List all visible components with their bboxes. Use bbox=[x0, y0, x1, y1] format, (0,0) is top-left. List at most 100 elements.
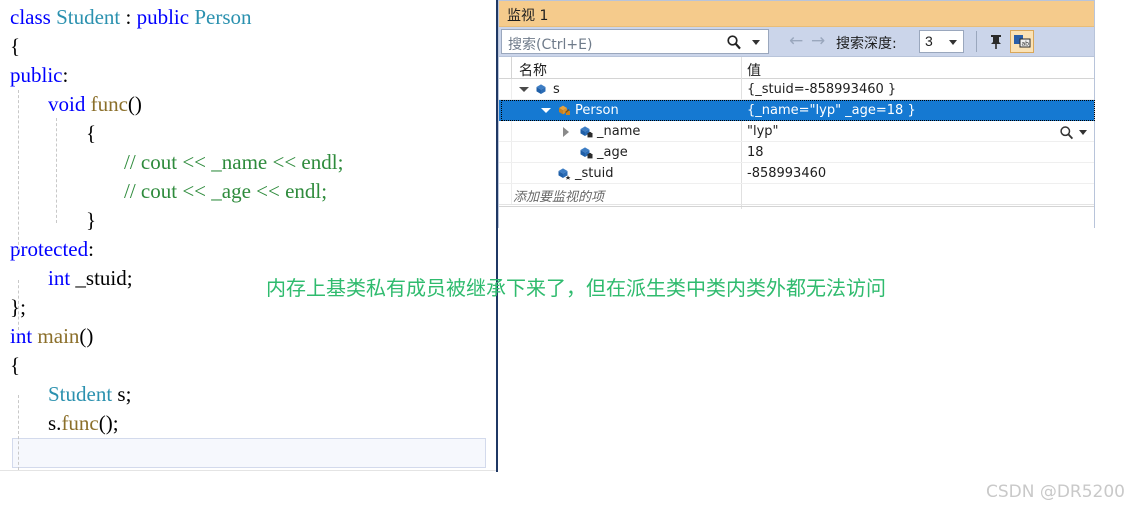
back-arrow-icon[interactable]: ← bbox=[789, 33, 803, 50]
variable-name: Person bbox=[575, 103, 619, 118]
editor-bottom-divider bbox=[0, 470, 496, 471]
toolbar-divider bbox=[976, 31, 977, 52]
code-line: public: bbox=[0, 61, 498, 90]
code-line: s.func(); bbox=[0, 409, 498, 438]
code-token: _stuid; bbox=[75, 266, 133, 290]
watch-variables-table[interactable]: 名称 值 s {_stuid=-858993460 } Person {_name="… bbox=[499, 57, 1095, 228]
cube-private-icon bbox=[579, 124, 594, 139]
code-token: { bbox=[10, 353, 21, 377]
code-line: } bbox=[0, 206, 498, 235]
variable-value[interactable]: {_stuid=-858993460 } bbox=[747, 82, 896, 97]
code-token: : bbox=[62, 63, 69, 87]
cube-private-icon bbox=[579, 145, 594, 160]
variable-value[interactable]: {_name="lyp" _age=18 } bbox=[747, 103, 916, 118]
code-token: Person bbox=[194, 5, 252, 29]
watch-window-titlebar[interactable]: 监视 1 bbox=[499, 1, 1094, 27]
code-token: : bbox=[120, 5, 137, 29]
code-line: Student s; bbox=[0, 380, 498, 409]
code-token: { bbox=[10, 34, 21, 58]
table-header-row: 名称 值 bbox=[499, 57, 1094, 79]
collapse-triangle-icon[interactable] bbox=[541, 108, 551, 113]
code-token: int bbox=[10, 324, 38, 348]
variable-name: _age bbox=[597, 145, 628, 160]
code-line: int main() bbox=[0, 322, 498, 351]
indent-guide bbox=[18, 395, 19, 470]
chevron-down-icon[interactable] bbox=[1079, 130, 1087, 135]
watch-window-title: 监视 1 bbox=[507, 8, 549, 24]
code-token: : bbox=[88, 237, 94, 261]
variable-name: _name bbox=[597, 124, 641, 139]
code-token: int bbox=[48, 266, 76, 290]
value-visualizer-icon[interactable] bbox=[1059, 125, 1075, 140]
add-watch-row[interactable]: 添加要监视的项 bbox=[499, 183, 1094, 205]
header-left-separator bbox=[511, 57, 512, 79]
code-token: class bbox=[10, 5, 57, 29]
search-input[interactable]: 搜索(Ctrl+E) bbox=[501, 29, 769, 54]
table-row[interactable]: Person {_name="lyp" _age=18 } bbox=[499, 100, 1094, 121]
table-row[interactable]: _stuid -858993460 bbox=[499, 163, 1094, 184]
watch-window[interactable]: 监视 1 搜索(Ctrl+E) ← → 搜索深度: 3 ab 名称 值 s {_… bbox=[498, 0, 1095, 228]
code-token: func bbox=[90, 92, 128, 116]
code-line: // cout << _age << endl; bbox=[0, 177, 498, 206]
table-row[interactable]: _name "lyp" bbox=[499, 121, 1094, 142]
current-line-highlight bbox=[12, 438, 486, 468]
code-token: void bbox=[48, 92, 91, 116]
variable-value[interactable]: "lyp" bbox=[747, 124, 779, 139]
code-token: () bbox=[79, 324, 94, 348]
code-line: { bbox=[0, 32, 498, 61]
column-header-value[interactable]: 值 bbox=[747, 60, 761, 80]
add-watch-placeholder: 添加要监视的项 bbox=[513, 190, 605, 205]
code-line: void func() bbox=[0, 90, 498, 119]
hex-display-icon[interactable]: ab bbox=[1010, 30, 1034, 53]
svg-text:ab: ab bbox=[1022, 41, 1030, 48]
code-token: Student bbox=[56, 5, 121, 29]
annotation-text: 内存上基类私有成员被继承下来了，但在派生类中类内类外都无法访问 bbox=[266, 276, 886, 300]
code-token: // cout << _age << endl; bbox=[124, 179, 328, 203]
column-header-name[interactable]: 名称 bbox=[519, 60, 547, 80]
code-token: public bbox=[10, 63, 63, 87]
variable-value[interactable]: -858993460 bbox=[747, 166, 826, 181]
code-token: s; bbox=[112, 382, 132, 406]
code-line: class Student : public Person bbox=[0, 3, 498, 32]
code-token: func bbox=[61, 411, 99, 435]
search-placeholder: 搜索(Ctrl+E) bbox=[508, 37, 593, 53]
variable-name: _stuid bbox=[575, 166, 614, 181]
table-row[interactable]: s {_stuid=-858993460 } bbox=[499, 79, 1094, 100]
table-bottom-edge bbox=[499, 206, 1094, 207]
code-line: { bbox=[0, 119, 498, 148]
code-token: protected bbox=[10, 237, 89, 261]
code-editor[interactable]: class Student : public Person{public: voi… bbox=[0, 0, 498, 512]
code-token: () bbox=[127, 92, 142, 116]
code-token: main bbox=[37, 324, 80, 348]
search-depth-select[interactable]: 3 bbox=[919, 30, 964, 53]
code-token: public bbox=[136, 5, 195, 29]
cube-protected-icon bbox=[557, 166, 572, 181]
chevron-down-icon[interactable] bbox=[949, 40, 957, 45]
code-token: s. bbox=[48, 411, 62, 435]
search-icon bbox=[726, 34, 742, 50]
code-token: } bbox=[86, 208, 97, 232]
code-line: { bbox=[0, 351, 498, 380]
indent-guide bbox=[18, 90, 19, 250]
code-token: // cout << _name << endl; bbox=[124, 150, 344, 174]
cube-icon bbox=[535, 82, 550, 97]
expand-triangle-icon[interactable] bbox=[563, 127, 569, 137]
collapse-triangle-icon[interactable] bbox=[519, 87, 529, 92]
code-line: // cout << _name << endl; bbox=[0, 148, 498, 177]
indent-guide bbox=[56, 118, 57, 223]
variable-value[interactable]: 18 bbox=[747, 145, 764, 160]
indent-guide bbox=[18, 280, 19, 330]
code-token: Student bbox=[48, 382, 113, 406]
forward-arrow-icon[interactable]: → bbox=[811, 33, 825, 50]
variable-name: s bbox=[553, 82, 560, 97]
pin-icon[interactable] bbox=[985, 31, 1007, 52]
code-token: { bbox=[86, 121, 97, 145]
code-token: (); bbox=[98, 411, 119, 435]
watch-toolbar[interactable]: 搜索(Ctrl+E) ← → 搜索深度: 3 ab bbox=[499, 27, 1094, 57]
chevron-down-icon[interactable] bbox=[752, 40, 760, 45]
watermark: CSDN @DR5200 bbox=[985, 482, 1125, 502]
search-depth-value: 3 bbox=[925, 33, 933, 49]
code-line: protected: bbox=[0, 235, 498, 264]
search-depth-label: 搜索深度: bbox=[836, 36, 897, 52]
table-row[interactable]: _age 18 bbox=[499, 142, 1094, 163]
